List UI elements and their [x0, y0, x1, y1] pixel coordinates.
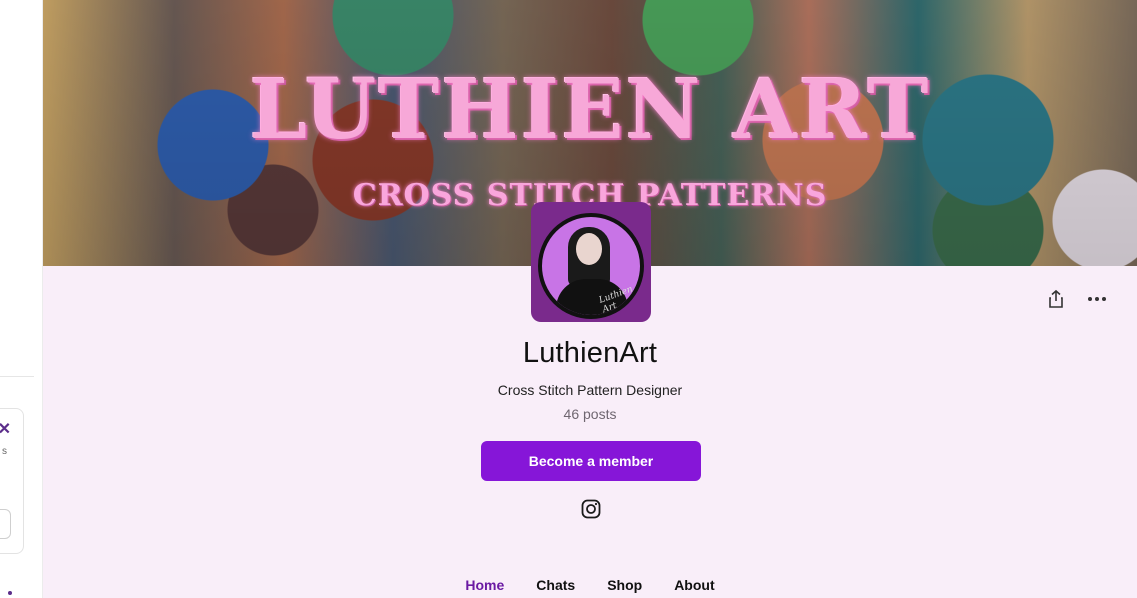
tab-shop[interactable]: Shop [591, 577, 658, 593]
sidebar-card: ✕ s [0, 408, 24, 554]
creator-page: LUTHIEN ART CROSS STITCH PATTERNS Luthie… [43, 0, 1137, 598]
sidebar-dot-icon [8, 591, 12, 595]
left-sidebar: ✕ s [0, 0, 43, 598]
more-icon[interactable] [1085, 289, 1109, 309]
share-icon[interactable] [1046, 289, 1066, 309]
tab-chats[interactable]: Chats [520, 577, 591, 593]
sidebar-card-input[interactable] [0, 509, 11, 539]
banner-title: LUTHIEN ART [249, 62, 931, 158]
become-member-button[interactable]: Become a member [481, 441, 701, 481]
sidebar-card-text: s [2, 446, 7, 457]
close-icon[interactable]: ✕ [0, 419, 11, 439]
instagram-icon[interactable] [581, 499, 601, 519]
creator-name: LuthienArt [522, 337, 658, 369]
post-count: 46 posts [563, 406, 617, 422]
avatar[interactable]: Luthien Art [531, 202, 651, 322]
creator-tagline: Cross Stitch Pattern Designer [497, 382, 683, 398]
avatar-portrait: Luthien Art [538, 213, 644, 319]
tab-home[interactable]: Home [449, 577, 520, 593]
creator-tabs: Home Chats Shop About [43, 577, 1137, 593]
sidebar-divider [0, 376, 34, 377]
tab-about[interactable]: About [658, 577, 730, 593]
